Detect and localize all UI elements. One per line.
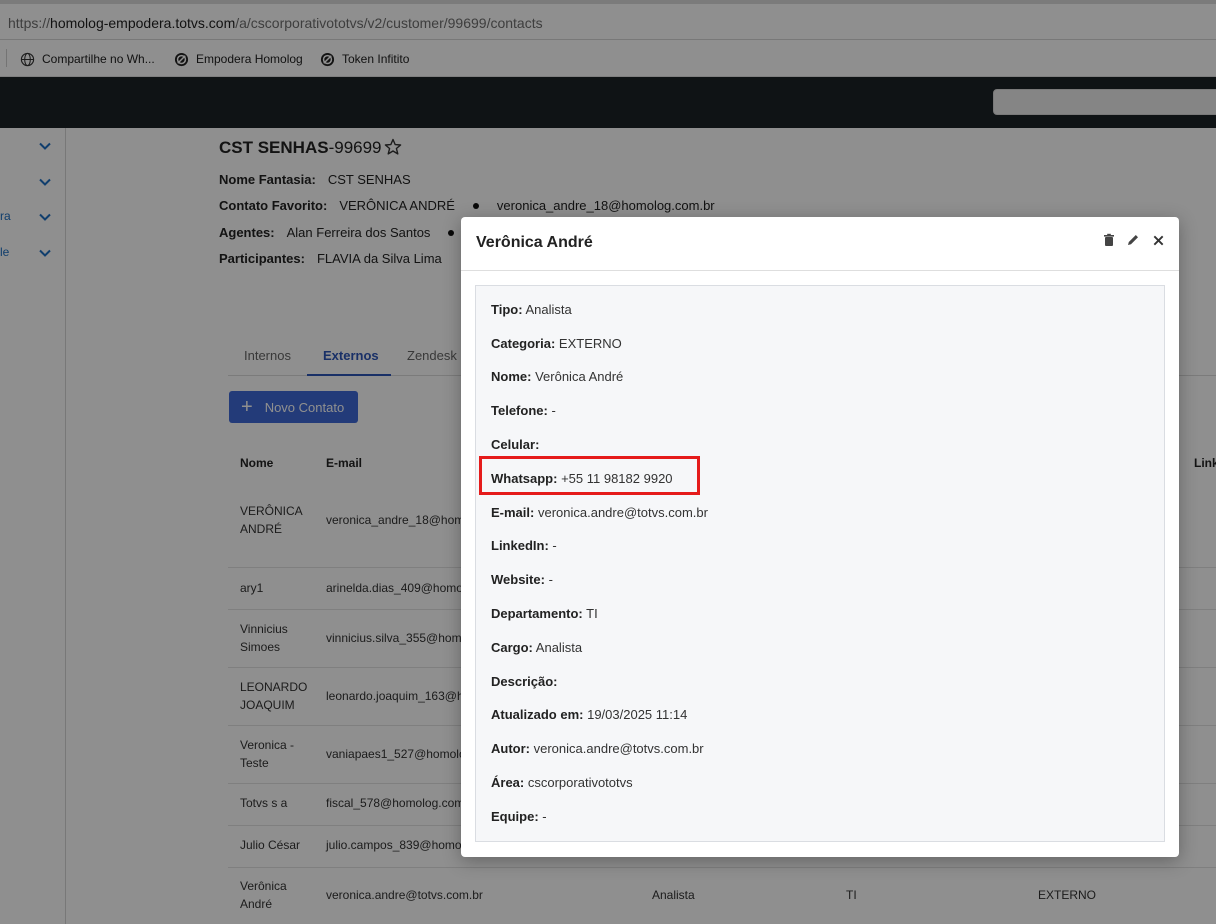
field-area: Área: cscorporativototvs [491,775,633,790]
field-nome: Nome: Verônica André [491,369,624,384]
modal-body: Tipo: Analista Categoria: EXTERNO Nome: … [475,285,1165,842]
field-telefone: Telefone: - [491,403,556,418]
contact-detail-modal: Verônica André Tipo: Analista Categoria:… [461,217,1179,857]
field-whatsapp: Whatsapp: +55 11 98182 9920 [491,471,673,486]
field-autor: Autor: veronica.andre@totvs.com.br [491,741,704,756]
modal-title: Verônica André [476,234,593,251]
field-linkedin: LinkedIn: - [491,538,557,553]
modal-header: Verônica André [461,217,1179,271]
field-celular: Celular: [491,437,540,452]
field-descricao: Descrição: [491,674,558,689]
field-tipo: Tipo: Analista [491,302,572,317]
field-equipe: Equipe: - [491,809,547,824]
field-categoria: Categoria: EXTERNO [491,336,622,351]
field-website: Website: - [491,572,553,587]
trash-icon[interactable] [1102,233,1116,247]
field-email: E-mail: veronica.andre@totvs.com.br [491,505,708,520]
field-departamento: Departamento: TI [491,606,598,621]
field-atualizado-em: Atualizado em: 19/03/2025 11:14 [491,707,688,722]
field-cargo: Cargo: Analista [491,640,583,655]
close-icon[interactable] [1152,234,1165,247]
edit-icon[interactable] [1126,233,1140,247]
